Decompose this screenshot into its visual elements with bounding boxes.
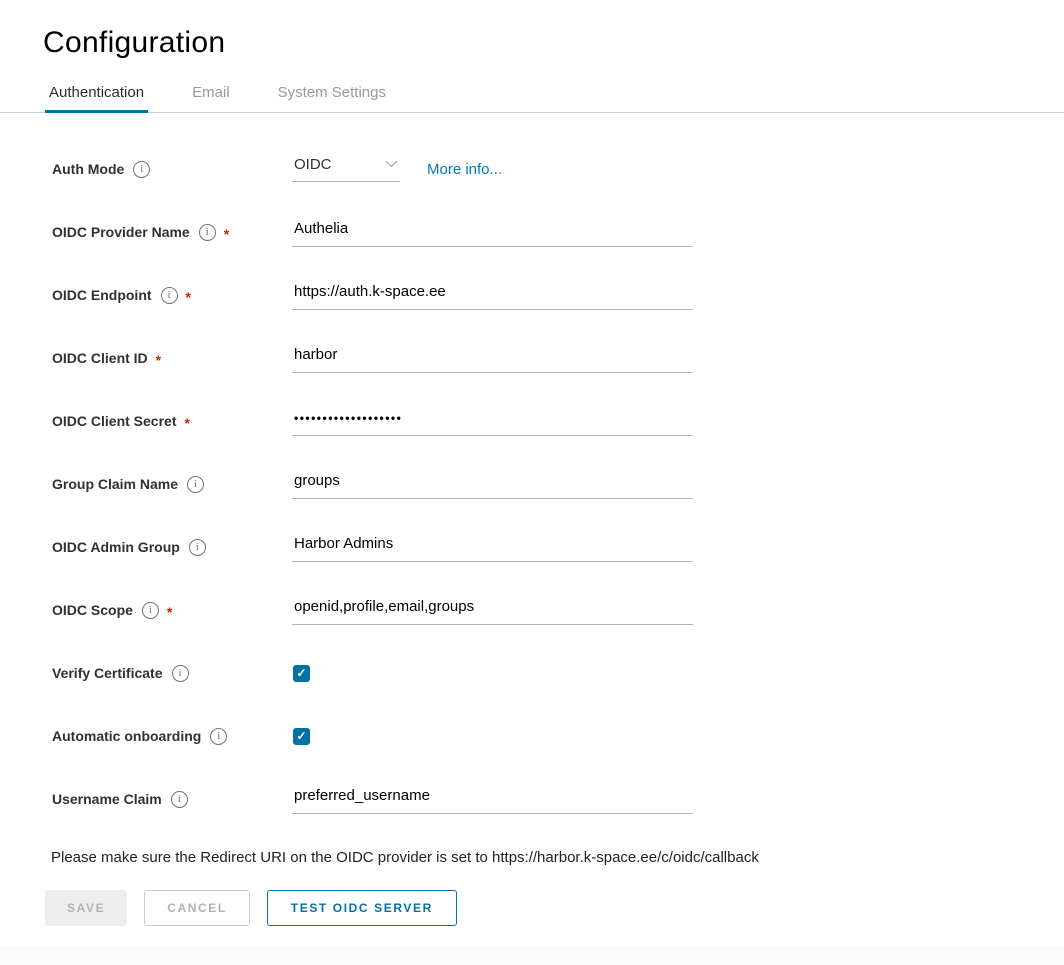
form-row-auth-mode: Auth Mode i OIDC More info...: [52, 149, 1064, 189]
form-actions: SAVE CANCEL TEST OIDC SERVER: [0, 866, 1064, 926]
verify-certificate-checkbox[interactable]: ✓: [293, 665, 310, 682]
chevron-down-icon: [386, 155, 397, 166]
oidc-provider-name-input[interactable]: [292, 217, 693, 247]
form-row-oidc-admin-group: OIDC Admin Group i: [52, 527, 1064, 567]
checkmark-icon: ✓: [296, 730, 306, 742]
oidc-provider-name-label: OIDC Provider Name: [52, 224, 190, 240]
form-row-oidc-provider-name: OIDC Provider Name i *: [52, 212, 1064, 252]
required-marker: *: [224, 226, 229, 242]
form-row-oidc-client-id: OIDC Client ID *: [52, 338, 1064, 378]
automatic-onboarding-checkbox[interactable]: ✓: [293, 728, 310, 745]
group-claim-name-label: Group Claim Name: [52, 476, 178, 492]
info-icon[interactable]: i: [161, 287, 178, 304]
test-oidc-server-button[interactable]: TEST OIDC SERVER: [267, 890, 457, 926]
oidc-scope-input[interactable]: [292, 595, 693, 625]
info-icon[interactable]: i: [187, 476, 204, 493]
required-marker: *: [186, 289, 191, 305]
required-marker: *: [156, 352, 161, 368]
oidc-client-id-input[interactable]: [292, 343, 693, 373]
tab-authentication[interactable]: Authentication: [45, 76, 148, 113]
info-icon[interactable]: i: [210, 728, 227, 745]
page-title: Configuration: [0, 0, 1064, 60]
required-marker: *: [184, 415, 189, 431]
group-claim-name-input[interactable]: [292, 469, 693, 499]
required-marker: *: [167, 604, 172, 620]
form-row-oidc-client-secret: OIDC Client Secret *: [52, 401, 1064, 441]
verify-certificate-label: Verify Certificate: [52, 665, 163, 681]
form-row-oidc-endpoint: OIDC Endpoint i *: [52, 275, 1064, 315]
form-row-username-claim: Username Claim i: [52, 779, 1064, 819]
oidc-client-secret-label: OIDC Client Secret: [52, 413, 176, 429]
form-row-automatic-onboarding: Automatic onboarding i ✓: [52, 716, 1064, 756]
info-icon[interactable]: i: [199, 224, 216, 241]
tab-system-settings[interactable]: System Settings: [274, 76, 390, 113]
info-icon[interactable]: i: [189, 539, 206, 556]
info-icon[interactable]: i: [171, 791, 188, 808]
oidc-endpoint-label: OIDC Endpoint: [52, 287, 152, 303]
info-icon[interactable]: i: [142, 602, 159, 619]
info-icon[interactable]: i: [133, 161, 150, 178]
save-button[interactable]: SAVE: [45, 890, 127, 926]
tab-email[interactable]: Email: [188, 76, 234, 113]
username-claim-label: Username Claim: [52, 791, 162, 807]
configuration-page: Configuration Authentication Email Syste…: [0, 0, 1064, 946]
username-claim-input[interactable]: [292, 784, 693, 814]
oidc-admin-group-label: OIDC Admin Group: [52, 539, 180, 555]
form-row-verify-certificate: Verify Certificate i ✓: [52, 653, 1064, 693]
auth-mode-label: Auth Mode: [52, 161, 124, 177]
cancel-button[interactable]: CANCEL: [144, 890, 250, 926]
more-info-link[interactable]: More info...: [427, 161, 502, 178]
redirect-uri-note: Please make sure the Redirect URI on the…: [0, 842, 1064, 866]
oidc-client-secret-input[interactable]: [292, 406, 693, 436]
checkmark-icon: ✓: [296, 667, 306, 679]
oidc-client-id-label: OIDC Client ID: [52, 350, 148, 366]
auth-mode-select[interactable]: OIDC: [292, 156, 400, 182]
form-row-oidc-scope: OIDC Scope i *: [52, 590, 1064, 630]
info-icon[interactable]: i: [172, 665, 189, 682]
authentication-form: Auth Mode i OIDC More info... OIDC Provi…: [0, 113, 1064, 819]
oidc-scope-label: OIDC Scope: [52, 602, 133, 618]
oidc-admin-group-input[interactable]: [292, 532, 693, 562]
tabs-bar: Authentication Email System Settings: [0, 76, 1064, 113]
oidc-endpoint-input[interactable]: [292, 280, 693, 310]
automatic-onboarding-label: Automatic onboarding: [52, 728, 201, 744]
auth-mode-selected-value: OIDC: [294, 156, 332, 173]
form-row-group-claim-name: Group Claim Name i: [52, 464, 1064, 504]
